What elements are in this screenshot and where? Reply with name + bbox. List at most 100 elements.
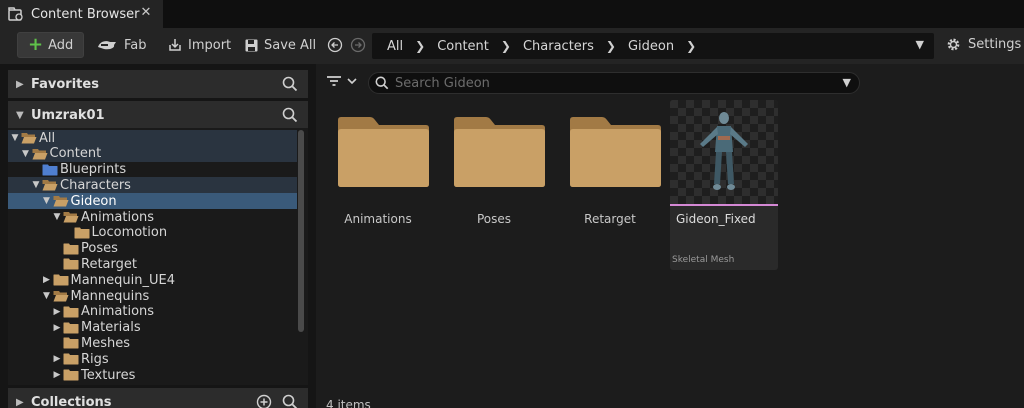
expand-arrow-icon[interactable]: ▶ bbox=[52, 307, 62, 317]
search-input[interactable] bbox=[395, 75, 835, 91]
gear-icon bbox=[947, 38, 960, 51]
close-icon[interactable]: ✕ bbox=[139, 5, 153, 21]
save-all-label: Save All bbox=[264, 37, 317, 53]
expand-arrow-icon[interactable]: ▶ bbox=[52, 354, 62, 364]
tree-item-label: Mannequin_UE4 bbox=[70, 272, 176, 288]
folder-tile-poses[interactable]: Poses bbox=[442, 104, 546, 269]
tree-item[interactable]: ▼ Characters bbox=[8, 177, 297, 194]
expand-arrow-icon[interactable]: ▶ bbox=[16, 397, 24, 408]
add-label: Add bbox=[48, 37, 74, 53]
collapse-arrow-icon[interactable]: ▼ bbox=[21, 149, 31, 159]
folder-icon bbox=[63, 369, 79, 381]
save-icon bbox=[245, 39, 258, 51]
tree-item-label: Meshes bbox=[81, 335, 130, 351]
chevron-right-icon[interactable]: ❯ bbox=[501, 39, 511, 53]
chevron-right-icon[interactable]: ❯ bbox=[686, 39, 696, 53]
tree-item-label: All bbox=[39, 130, 56, 146]
tree-item-label: Poses bbox=[81, 241, 118, 257]
folder-open-icon bbox=[42, 179, 58, 191]
folder-icon bbox=[338, 117, 429, 187]
search-icon[interactable] bbox=[282, 394, 298, 408]
collapse-arrow-icon[interactable]: ▼ bbox=[31, 180, 41, 190]
expand-arrow-icon[interactable]: ▶ bbox=[42, 275, 52, 285]
fab-button[interactable]: Fab bbox=[96, 32, 147, 58]
content-browser-tab[interactable]: Content Browser ✕ bbox=[0, 0, 163, 28]
tree-item-label: Materials bbox=[81, 320, 141, 336]
expand-arrow-icon[interactable]: ▶ bbox=[16, 79, 24, 90]
folder-icon bbox=[63, 322, 79, 334]
folder-label: Animations bbox=[344, 212, 412, 226]
tree-item[interactable]: ▼ All bbox=[8, 130, 297, 146]
forward-arrow-icon[interactable] bbox=[350, 37, 366, 53]
collapse-arrow-icon[interactable]: ▼ bbox=[42, 291, 52, 301]
save-all-button[interactable]: Save All bbox=[245, 32, 316, 58]
folder-tree: ▼ All ▼ Content Blueprints ▼ Characters ▼ Gideon… bbox=[8, 128, 308, 385]
tree-item[interactable]: Locomotion bbox=[8, 225, 297, 241]
tree-item[interactable]: ▶ Animations bbox=[8, 304, 297, 320]
collapse-arrow-icon[interactable]: ▼ bbox=[10, 133, 20, 143]
expand-arrow-icon[interactable]: ▶ bbox=[52, 323, 62, 333]
search-field[interactable]: ▼ bbox=[368, 72, 860, 94]
filter-button[interactable] bbox=[326, 74, 358, 88]
folder-open-icon bbox=[63, 211, 79, 223]
tree-item[interactable]: ▼ Gideon bbox=[8, 193, 297, 210]
tree-item[interactable]: ▶ Textures bbox=[8, 367, 297, 383]
tree-item[interactable]: ▶ Mannequin_UE4 bbox=[8, 272, 297, 288]
tree-item-label: Retarget bbox=[81, 256, 137, 272]
breadcrumb-item-gideon[interactable]: Gideon bbox=[628, 39, 674, 54]
tree-item-label: Gideon bbox=[70, 193, 117, 209]
filter-icon bbox=[327, 76, 341, 86]
add-button[interactable]: + Add bbox=[17, 32, 84, 58]
folder-tile-retarget[interactable]: Retarget bbox=[558, 104, 662, 269]
tab-title: Content Browser bbox=[31, 6, 140, 22]
search-icon[interactable] bbox=[282, 76, 298, 92]
breadcrumb-item-all[interactable]: All bbox=[387, 39, 403, 54]
sources-panel: ▶ Favorites ▼ Umzrak01 ▼ All ▼ Content Bluep… bbox=[0, 64, 313, 408]
back-arrow-icon[interactable] bbox=[327, 37, 343, 53]
collapse-arrow-icon[interactable]: ▼ bbox=[16, 110, 24, 121]
chevron-right-icon[interactable]: ❯ bbox=[606, 39, 616, 53]
content-browser-icon bbox=[8, 7, 23, 21]
tree-item[interactable]: Poses bbox=[8, 241, 297, 257]
folder-tile-animations[interactable]: Animations bbox=[326, 104, 430, 269]
asset-type: Skeletal Mesh bbox=[672, 255, 735, 265]
tree-item[interactable]: ▼ Mannequins bbox=[8, 288, 297, 304]
toolbar: + Add Fab Import Save All All ❯ Content … bbox=[0, 28, 1024, 64]
asset-tile-gideon-fixed[interactable]: Gideon_Fixed Skeletal Mesh bbox=[670, 100, 778, 270]
project-header[interactable]: ▼ Umzrak01 bbox=[8, 101, 308, 129]
blueprint-folder-icon bbox=[42, 164, 58, 176]
expand-arrow-icon[interactable]: ▶ bbox=[52, 370, 62, 380]
breadcrumb-item-content[interactable]: Content bbox=[437, 39, 489, 54]
tree-item[interactable]: ▼ Animations bbox=[8, 209, 297, 225]
add-collection-icon[interactable] bbox=[256, 394, 272, 408]
folder-label: Poses bbox=[476, 212, 512, 226]
fab-icon bbox=[98, 41, 116, 50]
tree-item[interactable]: Meshes bbox=[8, 335, 297, 351]
chevron-right-icon[interactable]: ❯ bbox=[415, 39, 425, 53]
settings-button[interactable]: Settings bbox=[946, 37, 1021, 52]
chevron-down-icon bbox=[347, 78, 357, 85]
breadcrumb-item-characters[interactable]: Characters bbox=[523, 39, 594, 54]
import-icon bbox=[169, 39, 181, 51]
collapse-arrow-icon[interactable]: ▼ bbox=[42, 196, 52, 206]
asset-type-color-bar bbox=[670, 204, 778, 206]
tree-item[interactable]: ▼ Content bbox=[8, 145, 297, 162]
tree-scrollbar[interactable] bbox=[298, 130, 304, 332]
tree-item[interactable]: ▶ Rigs bbox=[8, 351, 297, 367]
import-button[interactable]: Import bbox=[168, 32, 231, 58]
search-icon bbox=[375, 76, 389, 90]
tree-item[interactable]: Blueprints bbox=[8, 162, 297, 178]
folder-open-icon bbox=[32, 148, 48, 160]
chevron-down-icon[interactable]: ▼ bbox=[916, 38, 924, 51]
folder-icon bbox=[454, 117, 545, 187]
chevron-down-icon[interactable]: ▼ bbox=[843, 76, 851, 89]
favorites-header[interactable]: ▶ Favorites bbox=[8, 70, 308, 98]
asset-name: Gideon_Fixed bbox=[676, 212, 756, 226]
search-icon[interactable] bbox=[282, 107, 298, 123]
tree-item[interactable]: ▶ Materials bbox=[8, 320, 297, 336]
collapse-arrow-icon[interactable]: ▼ bbox=[52, 212, 62, 222]
project-title: Umzrak01 bbox=[31, 107, 105, 123]
tree-item[interactable]: Retarget bbox=[8, 256, 297, 272]
collections-header[interactable]: ▶ Collections bbox=[8, 388, 308, 408]
folder-open-icon bbox=[21, 132, 37, 144]
